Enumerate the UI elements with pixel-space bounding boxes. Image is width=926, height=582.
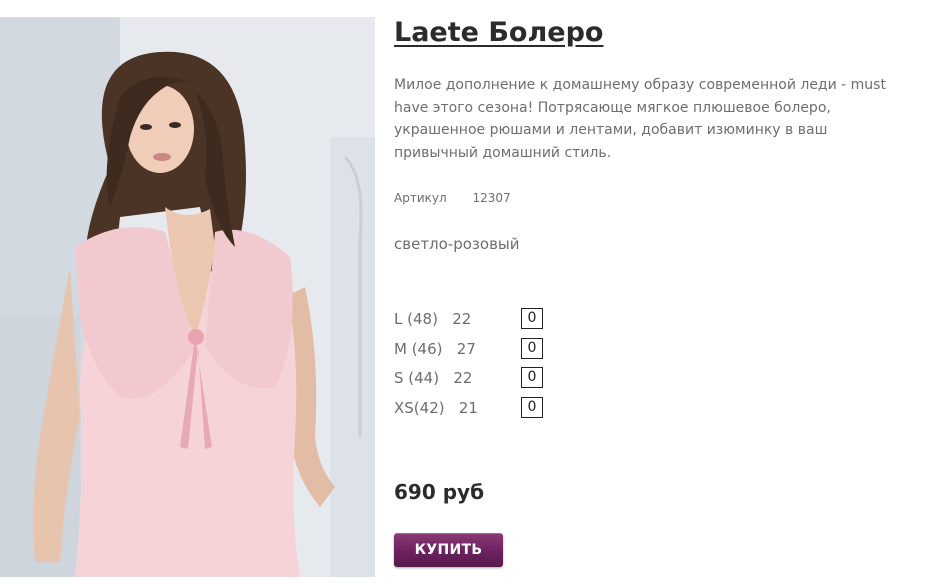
quantity-input[interactable]: 0: [521, 308, 543, 329]
size-row: S (44) 22 0: [394, 367, 594, 397]
quantity-input[interactable]: 0: [521, 367, 543, 389]
size-row: XS(42) 21 0: [394, 396, 594, 427]
article-value: 12307: [472, 191, 511, 205]
size-row: L (48) 22 0: [394, 308, 594, 338]
product-title[interactable]: Laete Болеро: [394, 17, 603, 48]
size-label: M (46) 27: [394, 339, 476, 358]
article-row: Артикул 12307: [394, 191, 511, 205]
size-label: S (44) 22: [394, 369, 473, 388]
color-name: светло-розовый: [394, 235, 520, 253]
size-label: L (48) 22: [394, 310, 472, 328]
quantity-input[interactable]: 0: [521, 337, 543, 359]
article-label: Артикул: [394, 191, 447, 205]
size-list: L (48) 22 0 M (46) 27 0 S (44) 22 0 XS(4…: [394, 308, 594, 426]
product-photo-illustration: [0, 17, 375, 577]
product-price: 690 руб: [394, 480, 485, 504]
size-row: M (46) 27 0: [394, 337, 594, 368]
product-photo: [0, 17, 375, 577]
product-description: Милое дополнение к домашнему образу совр…: [394, 77, 886, 161]
quantity-input[interactable]: 0: [521, 396, 543, 418]
size-label: XS(42) 21: [394, 398, 478, 417]
buy-button[interactable]: КУПИТЬ: [394, 533, 503, 567]
